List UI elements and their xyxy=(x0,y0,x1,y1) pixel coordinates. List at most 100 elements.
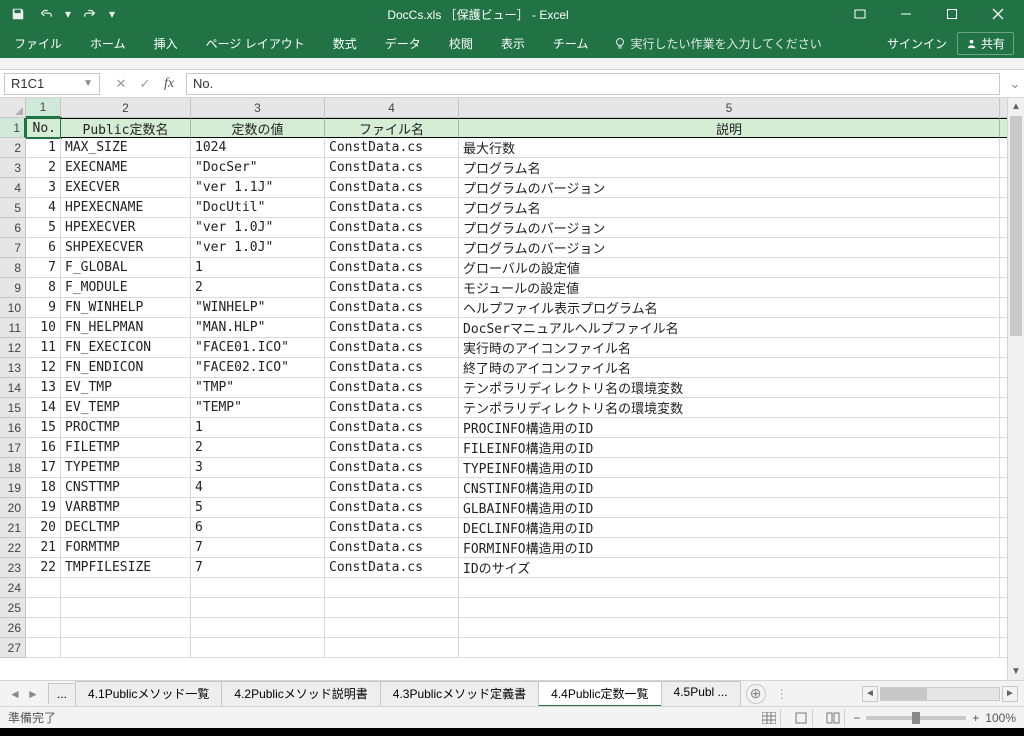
scroll-right-icon[interactable]: ► xyxy=(1002,686,1018,702)
cell[interactable]: 12 xyxy=(26,358,61,378)
insert-function-button[interactable]: fx xyxy=(158,73,180,95)
cell[interactable]: 5 xyxy=(191,498,325,518)
cell[interactable]: EV_TEMP xyxy=(61,398,191,418)
cell[interactable]: 2 xyxy=(26,158,61,178)
cell[interactable]: 5 xyxy=(26,218,61,238)
view-pagebreak-button[interactable] xyxy=(821,709,845,727)
sheet-tab-more-left[interactable]: ... xyxy=(48,683,76,704)
minimize-button[interactable] xyxy=(884,0,928,28)
cell[interactable]: "MAN.HLP" xyxy=(191,318,325,338)
cell[interactable]: TMPFILESIZE xyxy=(61,558,191,578)
cell[interactable]: FN_WINHELP xyxy=(61,298,191,318)
cell[interactable]: 10 xyxy=(26,318,61,338)
cell[interactable] xyxy=(325,638,459,658)
cell[interactable]: 定数の値 xyxy=(191,118,325,138)
cell[interactable]: DocSerマニュアルヘルプファイル名 xyxy=(459,318,1000,338)
row-header[interactable]: 13 xyxy=(0,358,26,378)
cell[interactable] xyxy=(26,618,61,638)
tab-home[interactable]: ホーム xyxy=(76,28,140,58)
cell[interactable]: モジュールの設定値 xyxy=(459,278,1000,298)
cell[interactable]: 7 xyxy=(191,558,325,578)
col-header[interactable]: 4 xyxy=(325,98,459,118)
cell[interactable]: EXECNAME xyxy=(61,158,191,178)
cell[interactable] xyxy=(26,578,61,598)
sheet-tab[interactable]: 4.1Publicメソッド一覧 xyxy=(75,681,222,707)
add-sheet-button[interactable]: ⊕ xyxy=(746,684,766,704)
cell[interactable]: MAX_SIZE xyxy=(61,138,191,158)
cell[interactable]: F_MODULE xyxy=(61,278,191,298)
cell[interactable] xyxy=(191,618,325,638)
cell[interactable]: EV_TMP xyxy=(61,378,191,398)
cell[interactable]: 21 xyxy=(26,538,61,558)
cell[interactable]: FN_HELPMAN xyxy=(61,318,191,338)
cell[interactable]: 4 xyxy=(191,478,325,498)
zoom-in-button[interactable]: + xyxy=(972,711,979,725)
cell[interactable] xyxy=(26,638,61,658)
cell[interactable] xyxy=(61,618,191,638)
cell[interactable]: 実行時のアイコンファイル名 xyxy=(459,338,1000,358)
cell[interactable]: プログラムのバージョン xyxy=(459,218,1000,238)
zoom-slider[interactable] xyxy=(866,716,966,720)
cell[interactable]: TYPEINFO構造用のID xyxy=(459,458,1000,478)
sheet-tab[interactable]: 4.2Publicメソッド説明書 xyxy=(221,681,380,707)
cell[interactable]: 6 xyxy=(191,518,325,538)
cell[interactable]: 19 xyxy=(26,498,61,518)
cell[interactable]: 13 xyxy=(26,378,61,398)
enter-formula-button[interactable]: ✓ xyxy=(134,73,156,95)
cell[interactable]: プログラム名 xyxy=(459,158,1000,178)
cell[interactable]: "ver 1.0J" xyxy=(191,238,325,258)
cell[interactable]: PROCTMP xyxy=(61,418,191,438)
hscroll-thumb[interactable] xyxy=(881,688,927,700)
tab-file[interactable]: ファイル xyxy=(0,28,76,58)
cell[interactable] xyxy=(61,578,191,598)
col-header[interactable]: 5 xyxy=(459,98,1000,118)
row-header[interactable]: 9 xyxy=(0,278,26,298)
row-header[interactable]: 1 xyxy=(0,118,26,138)
cell[interactable]: ConstData.cs xyxy=(325,258,459,278)
row-header[interactable]: 4 xyxy=(0,178,26,198)
tab-data[interactable]: データ xyxy=(371,28,435,58)
tab-review[interactable]: 校閲 xyxy=(435,28,487,58)
row-header[interactable]: 22 xyxy=(0,538,26,558)
cell[interactable]: 11 xyxy=(26,338,61,358)
cell[interactable]: IDのサイズ xyxy=(459,558,1000,578)
cell[interactable]: ConstData.cs xyxy=(325,538,459,558)
sheet-tab[interactable]: 4.4Public定数一覧 xyxy=(538,681,661,707)
cell[interactable] xyxy=(459,578,1000,598)
cancel-formula-button[interactable]: ✕ xyxy=(110,73,132,95)
cell[interactable]: PROCINFO構造用のID xyxy=(459,418,1000,438)
cell[interactable]: FORMTMP xyxy=(61,538,191,558)
col-header[interactable]: 3 xyxy=(191,98,325,118)
ribbon-options-button[interactable] xyxy=(838,0,882,28)
cell[interactable]: ConstData.cs xyxy=(325,158,459,178)
cell[interactable]: ConstData.cs xyxy=(325,418,459,438)
col-header[interactable]: 2 xyxy=(61,98,191,118)
cell[interactable]: ConstData.cs xyxy=(325,558,459,578)
cell[interactable]: 18 xyxy=(26,478,61,498)
zoom-control[interactable]: − + 100% xyxy=(853,711,1016,725)
cell[interactable]: 3 xyxy=(26,178,61,198)
formula-input[interactable]: No. xyxy=(186,73,1000,95)
cell[interactable]: FILEINFO構造用のID xyxy=(459,438,1000,458)
tell-me[interactable]: 実行したい作業を入力してください xyxy=(602,35,821,52)
cell[interactable]: ConstData.cs xyxy=(325,378,459,398)
view-normal-button[interactable] xyxy=(757,709,781,727)
cell[interactable] xyxy=(459,618,1000,638)
cell[interactable]: "ver 1.0J" xyxy=(191,218,325,238)
cell[interactable]: ConstData.cs xyxy=(325,458,459,478)
cell[interactable]: 7 xyxy=(26,258,61,278)
name-box[interactable]: R1C1 ▼ xyxy=(4,73,100,95)
row-header[interactable]: 17 xyxy=(0,438,26,458)
row-header[interactable]: 3 xyxy=(0,158,26,178)
cell[interactable]: 14 xyxy=(26,398,61,418)
cell[interactable]: "DocSer" xyxy=(191,158,325,178)
cell[interactable]: DECLTMP xyxy=(61,518,191,538)
save-button[interactable] xyxy=(6,2,30,26)
col-header[interactable]: 1 xyxy=(26,98,61,118)
row-header[interactable]: 26 xyxy=(0,618,26,638)
cell[interactable]: "FACE01.ICO" xyxy=(191,338,325,358)
cell[interactable]: ConstData.cs xyxy=(325,138,459,158)
cell[interactable]: 9 xyxy=(26,298,61,318)
cell[interactable]: 22 xyxy=(26,558,61,578)
row-header[interactable]: 2 xyxy=(0,138,26,158)
